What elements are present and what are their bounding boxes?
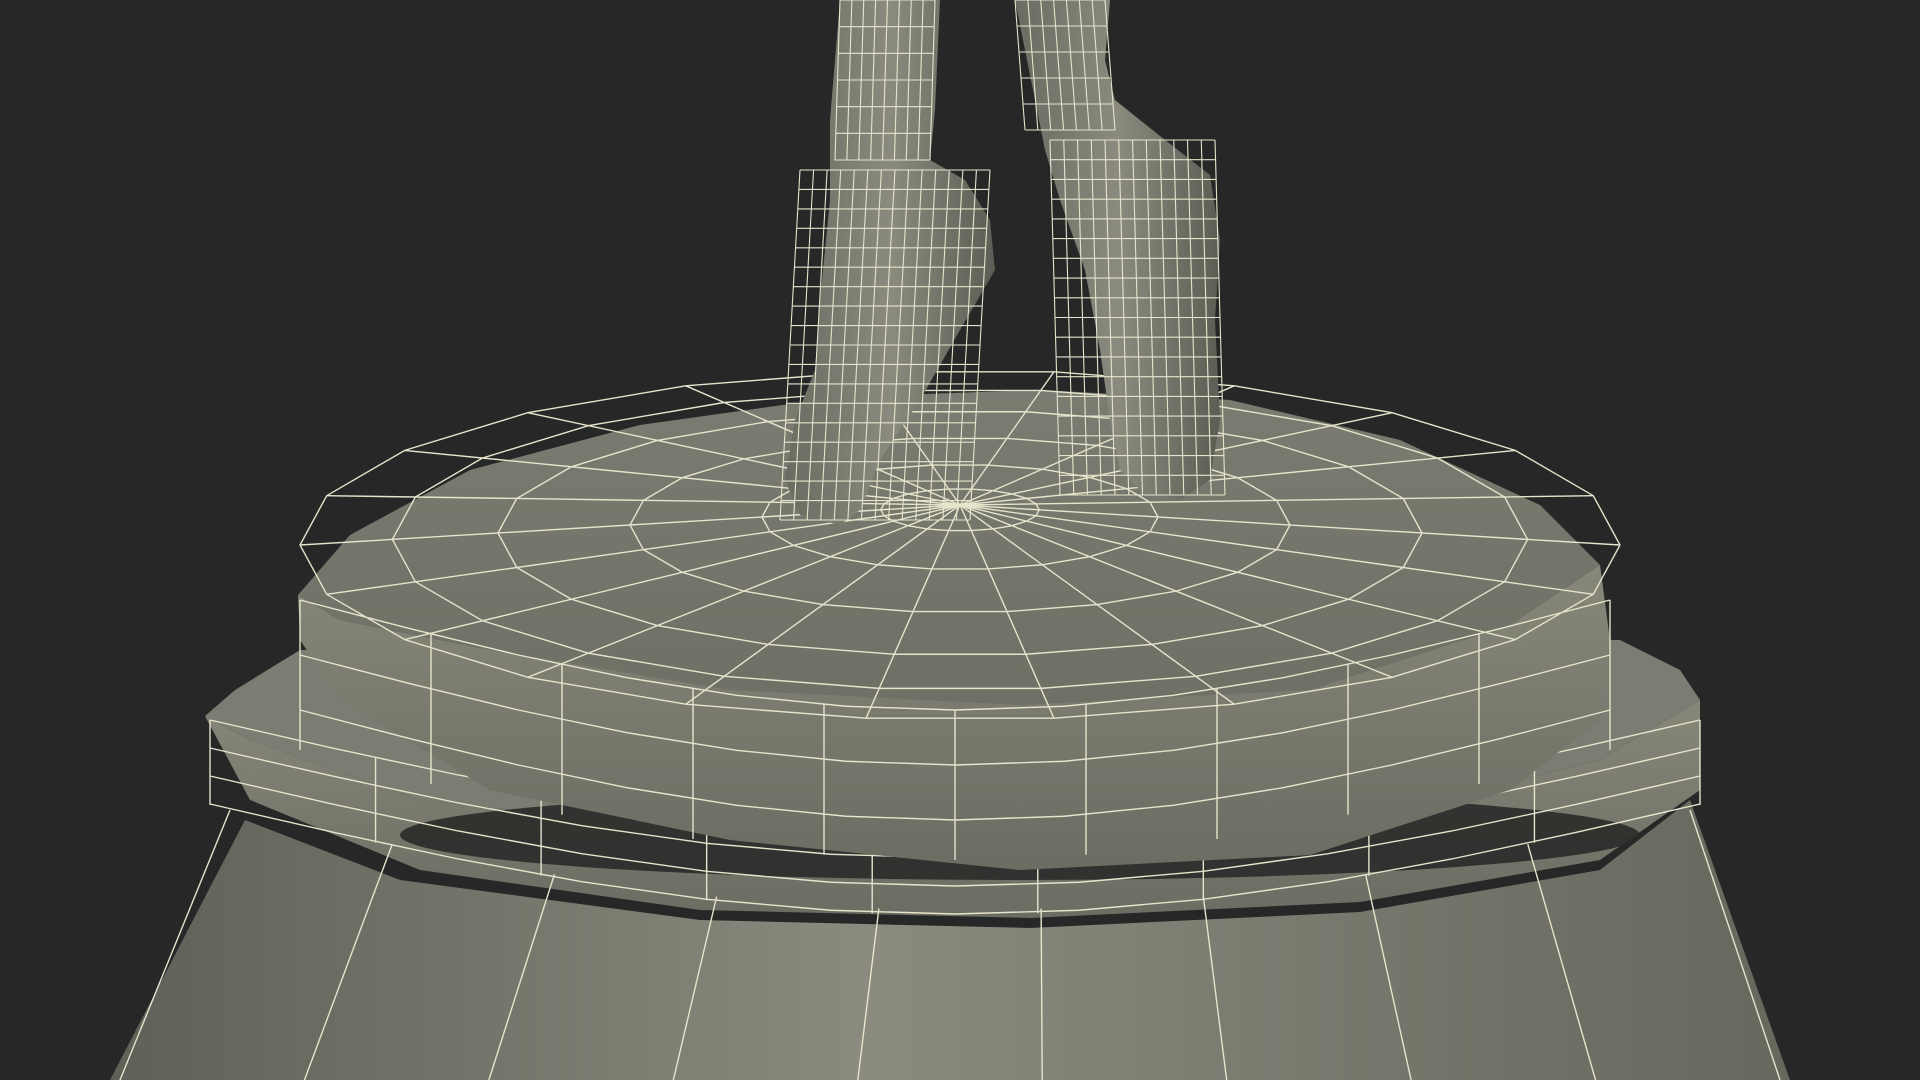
- render-viewport: [0, 0, 1920, 1080]
- wireframe-scene: [110, 0, 1790, 1080]
